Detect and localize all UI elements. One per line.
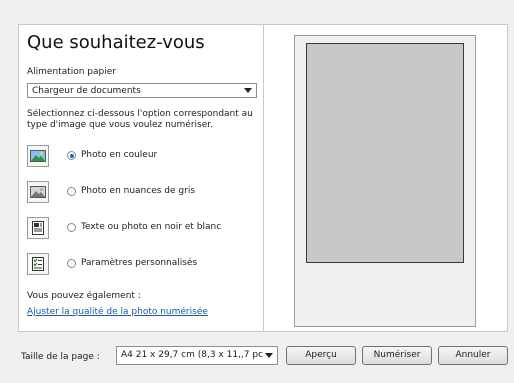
scan-options-panel: Que souhaitez-vous Alimentation papier C… [18, 24, 263, 332]
panel-title: Que souhaitez-vous [27, 32, 205, 53]
custom-settings-icon[interactable] [27, 253, 49, 275]
option-custom-settings-label: Paramètres personnalisés [81, 258, 198, 268]
preview-page [294, 35, 476, 327]
paper-feed-value: Chargeur de documents [32, 86, 141, 96]
option-bw-text-photo-label: Texte ou photo en noir et blanc [81, 222, 222, 232]
adjust-quality-link[interactable]: Ajuster la qualité de la photo numérisée [27, 307, 208, 317]
cancel-button[interactable]: Annuler [438, 346, 508, 365]
color-photo-icon[interactable] [27, 145, 49, 167]
paper-feed-label: Alimentation papier [27, 67, 116, 77]
preview-scan-area[interactable] [306, 43, 464, 263]
preview-pane [263, 24, 508, 332]
preview-button[interactable]: Aperçu [286, 346, 356, 365]
grayscale-photo-icon[interactable] [27, 181, 49, 203]
radio-grayscale-photo[interactable] [67, 187, 76, 196]
radio-color-photo[interactable] [67, 151, 76, 160]
paper-feed-dropdown[interactable]: Chargeur de documents [27, 83, 257, 98]
scan-button[interactable]: Numériser [362, 346, 432, 365]
option-color-photo-label: Photo en couleur [81, 150, 158, 160]
also-label: Vous pouvez également : [27, 291, 141, 301]
page-size-value: A4 21 x 29,7 cm (8,3 x 11,,7 pc [121, 350, 263, 360]
option-grayscale-photo-label: Photo en nuances de gris [81, 186, 196, 196]
radio-custom-settings[interactable] [67, 259, 76, 268]
chevron-down-icon [265, 353, 273, 358]
instructions-text: Sélectionnez ci-dessous l'option corresp… [27, 109, 253, 130]
chevron-down-icon [244, 88, 252, 93]
page-size-label: Taille de la page : [21, 352, 100, 362]
page-size-dropdown[interactable]: A4 21 x 29,7 cm (8,3 x 11,,7 pc [116, 346, 278, 365]
bw-text-photo-icon[interactable] [27, 217, 49, 239]
radio-bw-text-photo[interactable] [67, 223, 76, 232]
